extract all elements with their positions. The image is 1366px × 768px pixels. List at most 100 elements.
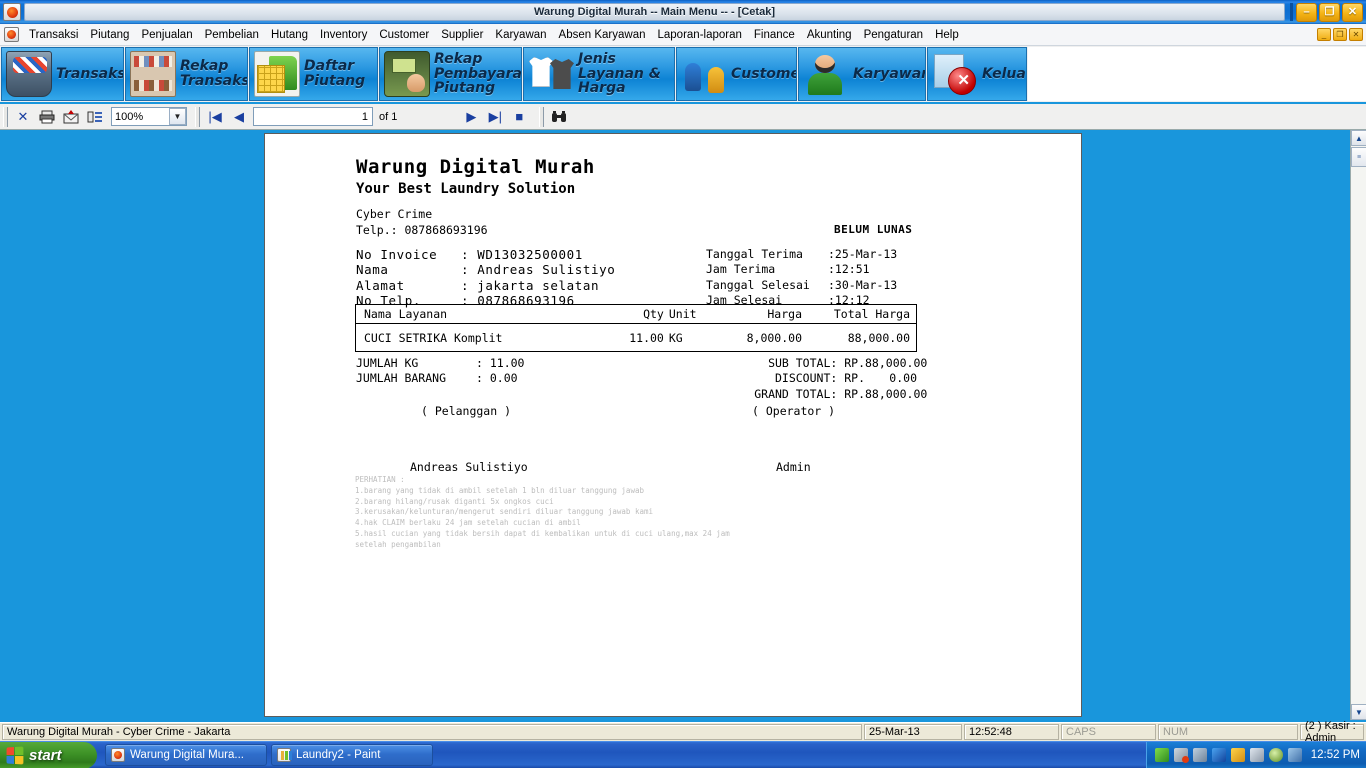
export-icon[interactable] [60, 106, 82, 127]
mdi-child-icon[interactable] [4, 27, 19, 42]
menu-item-akunting[interactable]: Akunting [801, 27, 858, 43]
toolbar-grip-3[interactable] [539, 106, 545, 127]
stop-button[interactable]: ■ [508, 106, 530, 127]
zoom-value: 100% [115, 110, 144, 123]
minimize-button[interactable]: – [1296, 2, 1317, 22]
tray-clock[interactable]: 12:52 PM [1311, 749, 1360, 761]
toolbar-grip-2[interactable] [195, 106, 200, 127]
menu-item-piutang[interactable]: Piutang [84, 27, 135, 43]
first-page-button[interactable]: |◀ [204, 106, 226, 127]
toolbar-button-label: Rekap Transaksi [180, 58, 248, 89]
tray-bluetooth-icon[interactable] [1211, 748, 1226, 762]
app-icon [111, 748, 125, 762]
page-number-input[interactable]: 1 [253, 107, 373, 126]
tshirt-icon [528, 51, 574, 97]
report-page: Warung Digital Murah Your Best Laundry S… [264, 133, 1082, 717]
exit-x-glyph: ✕ [957, 72, 970, 89]
application-icon[interactable] [3, 3, 21, 21]
signature-label-operator: ( Operator ) [752, 404, 836, 418]
toc-icon[interactable] [84, 106, 106, 127]
scroll-thumb[interactable]: ≡ [1351, 147, 1366, 167]
cell-qty: 11.00 [629, 330, 664, 345]
toolbar-button-label: Transaksi [56, 65, 124, 82]
tree-list-glyph [87, 111, 102, 122]
search-icon[interactable] [548, 106, 570, 127]
toolbar-button-customer[interactable]: Customer [676, 47, 797, 101]
main-toolbar: Transaksi Rekap Transaksi Daftar Piutang… [0, 46, 1366, 104]
business-owner: Cyber Crime [356, 207, 433, 221]
paint-icon [277, 748, 291, 762]
title-separator [1290, 3, 1293, 21]
exit-icon: ✕ [932, 51, 978, 97]
tray-wireless-icon[interactable] [1192, 748, 1207, 762]
menu-item-hutang[interactable]: Hutang [265, 27, 314, 43]
restore-button[interactable]: ❐ [1319, 2, 1340, 22]
toolbar-button-label: Daftar Piutang [304, 58, 366, 89]
report-toolbar: ✕ 100% ▼ |◀ ◀ 1 of 1 ▶ ▶| ■ [0, 104, 1366, 130]
tray-updates-icon[interactable] [1230, 748, 1245, 762]
taskbar-item-warung-digital[interactable]: Warung Digital Mura... [105, 744, 267, 766]
menu-item-laporan-laporan[interactable]: Laporan-laporan [652, 27, 748, 43]
prev-page-button[interactable]: ◀ [228, 106, 250, 127]
menu-item-pembelian[interactable]: Pembelian [199, 27, 265, 43]
tray-display-icon[interactable] [1249, 748, 1264, 762]
last-page-button[interactable]: ▶| [484, 106, 506, 127]
taskbar-item-label: Warung Digital Mura... [130, 749, 244, 761]
menu-item-absen-karyawan[interactable]: Absen Karyawan [553, 27, 652, 43]
next-page-button[interactable]: ▶ [460, 106, 482, 127]
menu-item-finance[interactable]: Finance [748, 27, 801, 43]
cell-name: CUCI SETRIKA Komplit [364, 330, 503, 345]
line-items-table: Nama Layanan Qty Unit Harga Total Harga … [355, 304, 917, 352]
toolbar-button-label: Customer [731, 65, 796, 82]
tray-network-disconnected-icon[interactable] [1173, 748, 1189, 763]
column-header-unit: Unit [668, 307, 697, 321]
invoice-info-labels: No Invoice Nama Alamat No Telp. [356, 247, 438, 309]
mdi-child-controls: _ ❐ ✕ [1317, 28, 1363, 41]
windows-flag-icon [6, 746, 24, 764]
menu-item-inventory[interactable]: Inventory [314, 27, 373, 43]
toolbar-button-label: Rekap Pembayaran Piutang [434, 50, 522, 97]
menu-item-transaksi[interactable]: Transaksi [23, 27, 84, 43]
taskbar: start Warung Digital Mura... Laundry2 - … [0, 741, 1366, 768]
toolbar-button-jenis-layanan-harga[interactable]: Jenis Layanan & Harga [523, 47, 675, 101]
close-button[interactable]: ✕ [1342, 2, 1363, 22]
toolbar-button-rekap-transaksi[interactable]: Rekap Transaksi [125, 47, 248, 101]
toolbar-button-rekap-pembayaran-piutang[interactable]: Rekap Pembayaran Piutang [379, 47, 522, 101]
mdi-restore-button[interactable]: ❐ [1333, 28, 1347, 41]
summary-right-values: 88,000.00 0.00 88,000.00 [865, 356, 928, 401]
printer-glyph [39, 110, 55, 123]
application-window: Warung Digital Murah -- Main Menu -- - [… [0, 0, 1366, 768]
menu-item-customer[interactable]: Customer [373, 27, 435, 43]
print-icon[interactable] [36, 106, 58, 127]
folder-calculator-icon [254, 51, 300, 97]
mdi-close-button[interactable]: ✕ [1349, 28, 1363, 41]
column-header-harga: Harga [767, 307, 802, 321]
status-main: Warung Digital Murah - Cyber Crime - Jak… [2, 724, 862, 740]
toolbar-button-karyawan[interactable]: Karyawan [798, 47, 926, 101]
summary-right-labels: SUB TOTAL: RP. DISCOUNT: RP. GRAND TOTAL… [754, 356, 865, 401]
zoom-select[interactable]: 100% ▼ [111, 107, 187, 126]
menu-item-penjualan[interactable]: Penjualan [135, 27, 198, 43]
mdi-minimize-button[interactable]: _ [1317, 28, 1331, 41]
status-date: 25-Mar-13 [864, 724, 962, 740]
scroll-down-icon[interactable]: ▼ [1351, 704, 1366, 720]
start-button[interactable]: start [0, 741, 97, 768]
close-preview-icon[interactable]: ✕ [12, 106, 34, 127]
menu-item-karyawan[interactable]: Karyawan [489, 27, 552, 43]
taskbar-item-paint[interactable]: Laundry2 - Paint [271, 744, 433, 766]
vertical-scrollbar[interactable]: ▲ ≡ ▼ [1350, 130, 1366, 720]
toolbar-grip[interactable] [3, 106, 8, 127]
toolbar-button-daftar-piutang[interactable]: Daftar Piutang [249, 47, 378, 101]
scroll-up-icon[interactable]: ▲ [1351, 130, 1366, 146]
menu-item-help[interactable]: Help [929, 27, 965, 43]
toolbar-button-keluar[interactable]: ✕ Keluar [927, 47, 1027, 101]
tray-volume-icon[interactable] [1268, 748, 1283, 762]
chevron-down-icon[interactable]: ▼ [169, 108, 186, 125]
tray-safely-remove-icon[interactable] [1154, 748, 1169, 762]
toolbar-button-transaksi[interactable]: Transaksi [1, 47, 124, 101]
table-row: CUCI SETRIKA Komplit 11.00 KG 8,000.00 8… [356, 324, 916, 351]
menu-item-supplier[interactable]: Supplier [435, 27, 489, 43]
tray-app-icon[interactable] [1287, 748, 1302, 762]
toolbar-button-label: Keluar [982, 65, 1026, 82]
menu-item-pengaturan[interactable]: Pengaturan [858, 27, 929, 43]
